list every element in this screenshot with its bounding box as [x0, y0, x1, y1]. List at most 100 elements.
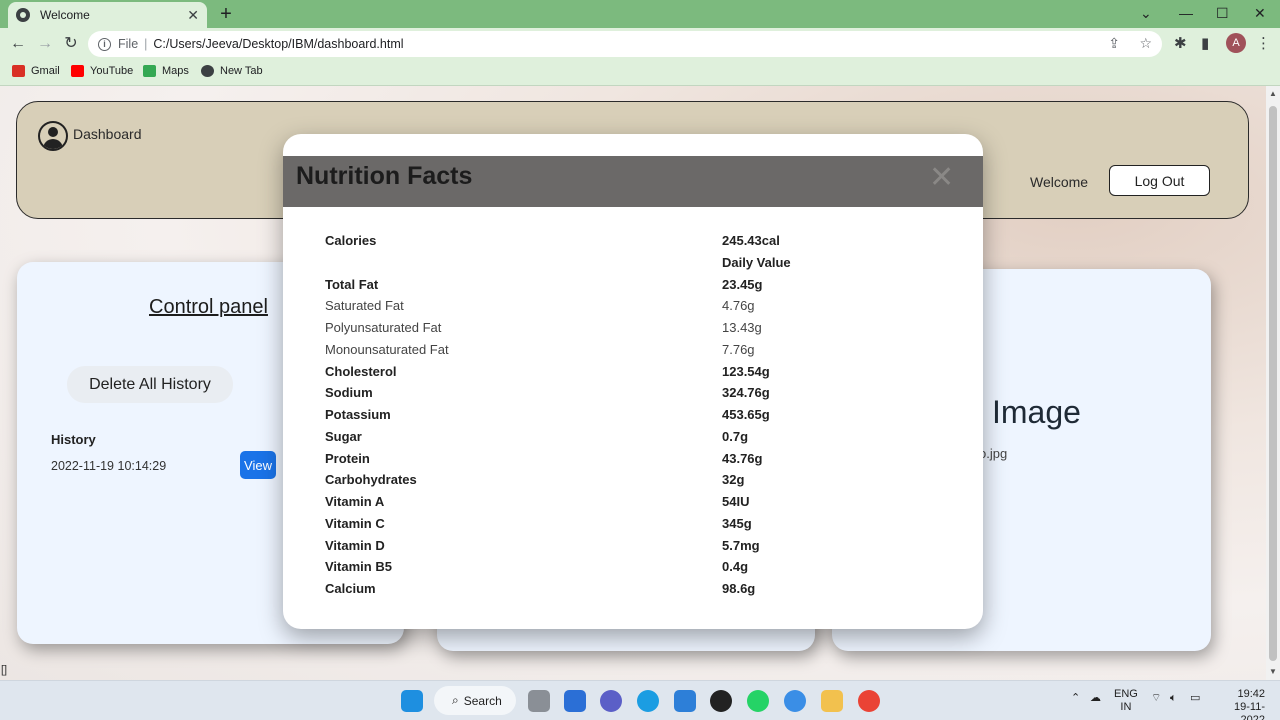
- browser-tab[interactable]: Welcome ✕: [8, 2, 207, 28]
- user-icon-body: [43, 139, 63, 149]
- nutrient-label: Vitamin C: [325, 515, 385, 531]
- windows-taskbar: ⌕ Search ⌃ ☁ ENG IN ⌔ 🔈︎ ▭ 19:42 19-11-2…: [0, 680, 1280, 720]
- user-icon-head: [48, 127, 58, 137]
- nutrient-label: Vitamin B5: [325, 559, 392, 575]
- nutrient-value: 54IU: [722, 494, 750, 509]
- reload-icon[interactable]: ↻: [61, 34, 81, 54]
- welcome-text: Welcome: [1030, 174, 1089, 190]
- wifi-icon[interactable]: ⌔: [1151, 692, 1161, 705]
- scrollbar-thumb[interactable]: [1269, 106, 1277, 661]
- bookmark-youtube[interactable]: YouTube: [71, 65, 133, 77]
- bookmarks-bar: Gmail YouTube Maps New Tab: [0, 60, 1280, 86]
- clock[interactable]: 19:42 19-11-2022: [1215, 688, 1265, 720]
- maximize-icon[interactable]: ☐: [1216, 4, 1229, 22]
- tab-title: Welcome: [40, 8, 90, 22]
- omnibox-actions: ⇪ ☆: [1108, 35, 1152, 52]
- language-bottom: IN: [1120, 701, 1132, 713]
- language-top: ENG: [1114, 688, 1138, 700]
- url-path: C:/Users/Jeeva/Desktop/IBM/dashboard.htm…: [153, 37, 404, 51]
- maps-icon: [143, 65, 156, 77]
- start-icon[interactable]: [401, 690, 423, 712]
- bookmark-maps[interactable]: Maps: [143, 65, 189, 77]
- nutrient-label: Sodium: [325, 385, 373, 401]
- nutrition-row: Vitamin A 54IU: [325, 494, 945, 514]
- side-panel-icon[interactable]: ▮: [1201, 33, 1209, 55]
- nutrient-label: Saturated Fat: [325, 298, 404, 314]
- nutrient-label: Polyunsaturated Fat: [325, 320, 442, 335]
- nutrition-row: Protein 43.76g: [325, 451, 945, 471]
- nutrient-value: 0.4g: [722, 559, 749, 575]
- user-icon: [38, 121, 68, 151]
- youtube-icon: [71, 65, 84, 77]
- nutrition-row: Carbohydrates 32g: [325, 472, 945, 492]
- python-icon[interactable]: [784, 690, 806, 712]
- share-icon[interactable]: ⇪: [1108, 35, 1120, 51]
- gmail-icon: [12, 65, 25, 77]
- chrome-icon[interactable]: [858, 690, 880, 712]
- file-explorer-icon[interactable]: [821, 690, 843, 712]
- battery-icon[interactable]: ▭: [1190, 692, 1200, 705]
- url-scheme: File: [118, 37, 139, 51]
- profile-avatar[interactable]: A: [1226, 33, 1246, 53]
- nutrient-value: Daily Value: [722, 254, 791, 270]
- nutrient-label: Potassium: [325, 407, 391, 422]
- nutrient-label: Vitamin D: [325, 537, 385, 553]
- nutrition-row: Daily Value: [325, 255, 945, 275]
- url-separator: |: [144, 37, 148, 51]
- nutrient-label: Protein: [325, 450, 370, 466]
- bookmark-gmail[interactable]: Gmail: [12, 65, 60, 77]
- nutrient-value: 5.7mg: [722, 537, 760, 553]
- volume-icon[interactable]: 🔈︎: [1170, 692, 1177, 705]
- stray-text: []: [1, 664, 8, 676]
- address-bar[interactable]: i File | C:/Users/Jeeva/Desktop/IBM/dash…: [88, 31, 1162, 57]
- modal-header: Nutrition Facts ✕: [283, 156, 983, 207]
- app-icon[interactable]: [710, 690, 732, 712]
- language-indicator[interactable]: ENG IN: [1114, 688, 1138, 714]
- menu-icon[interactable]: ⋮: [1256, 33, 1271, 55]
- nutrition-row: Monounsaturated Fat 7.76g: [325, 342, 945, 362]
- browser-toolbar: ← → ↻ i File | C:/Users/Jeeva/Desktop/IB…: [0, 28, 1280, 60]
- info-icon[interactable]: i: [98, 37, 111, 51]
- nutrient-label: Cholesterol: [325, 363, 397, 379]
- nutrient-label: Total Fat: [325, 276, 379, 292]
- bookmark-label: New Tab: [220, 65, 263, 77]
- extensions-icon[interactable]: ✱: [1174, 33, 1187, 55]
- chat-icon[interactable]: [600, 690, 622, 712]
- close-icon[interactable]: ✕: [929, 160, 954, 196]
- nutrient-value: 23.45g: [722, 276, 763, 292]
- widgets-icon[interactable]: [564, 690, 586, 712]
- scroll-up-icon[interactable]: ▲: [1269, 89, 1277, 98]
- view-button[interactable]: View: [240, 451, 276, 479]
- task-view-icon[interactable]: [528, 690, 550, 712]
- whatsapp-icon[interactable]: [747, 690, 769, 712]
- nutrient-value: 245.43cal: [722, 233, 780, 248]
- tab-close-icon[interactable]: ✕: [187, 7, 199, 24]
- back-icon[interactable]: ←: [8, 34, 28, 54]
- page-scrollbar[interactable]: ▲ ▼: [1266, 86, 1280, 680]
- nutrient-value: 123.54g: [722, 363, 770, 379]
- modal-title: Nutrition Facts: [296, 162, 473, 190]
- taskbar-search[interactable]: ⌕ Search: [434, 686, 516, 715]
- image-title: Image: [992, 394, 1081, 430]
- nutrient-value: 7.76g: [722, 341, 755, 357]
- forward-icon[interactable]: →: [35, 34, 55, 54]
- cloud-icon[interactable]: ☁: [1090, 692, 1101, 705]
- bookmark-star-icon[interactable]: ☆: [1139, 35, 1152, 51]
- nutrient-label: Calories: [325, 233, 377, 248]
- nutrient-value: 324.76g: [722, 385, 770, 401]
- new-tab-button[interactable]: +: [217, 3, 235, 25]
- store-icon[interactable]: [674, 690, 696, 712]
- nutrient-label: Sugar: [325, 428, 362, 444]
- bookmark-new-tab[interactable]: New Tab: [201, 65, 263, 77]
- nutrition-row: Vitamin B5 0.4g: [325, 559, 945, 579]
- window-close-icon[interactable]: ✕: [1254, 4, 1266, 22]
- minimize-icon[interactable]: —: [1179, 4, 1193, 22]
- edge-icon[interactable]: [637, 690, 659, 712]
- delete-all-history-button[interactable]: Delete All History: [67, 366, 233, 403]
- nutrient-value: 345g: [722, 515, 752, 531]
- scroll-down-icon[interactable]: ▼: [1269, 667, 1277, 676]
- tray-overflow-icon[interactable]: ⌃: [1071, 692, 1080, 705]
- logout-button[interactable]: Log Out: [1109, 165, 1210, 196]
- tab-search-icon[interactable]: ⌄: [1140, 4, 1152, 22]
- history-label: History: [51, 432, 96, 447]
